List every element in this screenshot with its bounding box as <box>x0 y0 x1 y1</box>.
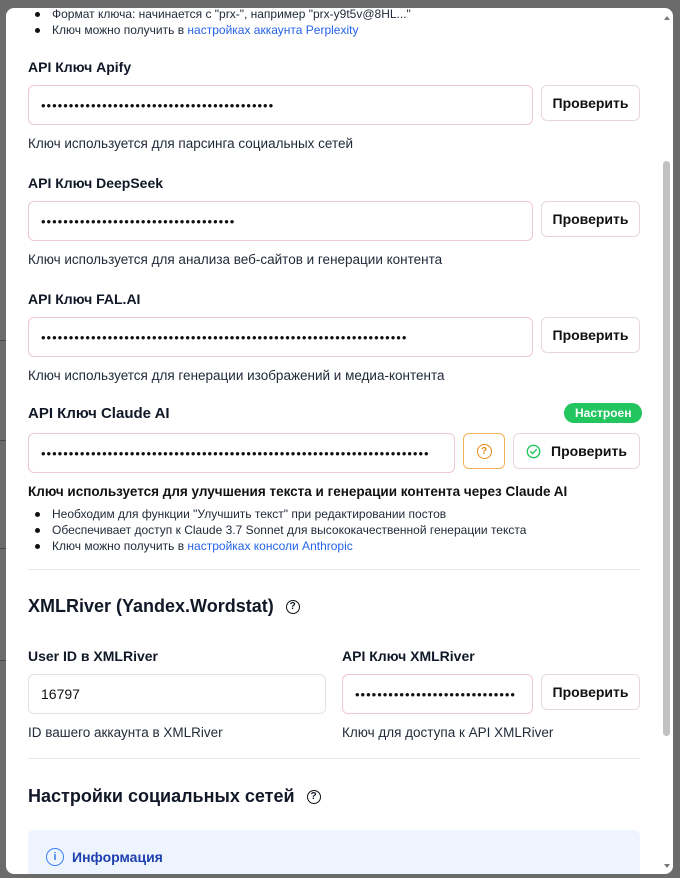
deepseek-check-button[interactable]: Проверить <box>541 201 640 237</box>
xmlriver-user-id-label: User ID в XMLRiver <box>28 648 158 664</box>
button-label: Проверить <box>552 684 629 700</box>
falai-key-input[interactable]: ••••••••••••••••••••••••••••••••••••••••… <box>28 317 533 357</box>
help-icon[interactable]: ? <box>285 599 300 614</box>
button-label: Проверить <box>552 327 629 343</box>
falai-hint: Ключ используется для генерации изображе… <box>28 368 445 383</box>
check-circle-icon <box>526 444 541 458</box>
deepseek-label: API Ключ DeepSeek <box>28 175 164 191</box>
claude-help-button[interactable]: ? <box>463 433 505 469</box>
divider <box>28 569 640 570</box>
falai-check-button[interactable]: Проверить <box>541 317 640 353</box>
social-section-title: Настройки социальных сетей ? <box>28 786 321 807</box>
divider <box>28 758 640 759</box>
settings-dialog: Формат ключа: начинается с "prx-", напри… <box>6 8 673 874</box>
list-item: Необходим для функции "Улучшить текст" п… <box>28 506 628 522</box>
list-item: Ключ можно получить в настройках консоли… <box>28 538 628 554</box>
scrollbar-thumb[interactable] <box>663 161 670 736</box>
xmlriver-check-button[interactable]: Проверить <box>541 674 640 710</box>
help-icon[interactable]: ? <box>306 789 321 804</box>
scroll-up-arrow-icon[interactable] <box>664 16 670 20</box>
xmlriver-section-title: XMLRiver (Yandex.Wordstat) ? <box>28 596 300 617</box>
info-icon: i <box>46 848 64 866</box>
info-title: Информация <box>72 849 163 865</box>
scroll-down-arrow-icon[interactable] <box>664 864 670 868</box>
perplexity-settings-link[interactable]: настройках аккаунта Perplexity <box>187 23 358 37</box>
status-badge: Настроен <box>564 403 643 423</box>
xmlriver-api-key-input[interactable]: ••••••••••••••••••••••••••••• <box>342 674 533 714</box>
deepseek-key-input[interactable]: ••••••••••••••••••••••••••••••••••• <box>28 201 533 241</box>
apify-check-button[interactable]: Проверить <box>541 85 640 121</box>
apify-label: API Ключ Apify <box>28 59 132 75</box>
list-item: Ключ можно получить в настройках аккаунт… <box>28 22 628 38</box>
info-panel: i Информация <box>28 830 640 874</box>
claude-key-input[interactable]: ••••••••••••••••••••••••••••••••••••••••… <box>28 433 455 473</box>
claude-check-button[interactable]: Проверить <box>513 433 640 469</box>
button-label: Проверить <box>552 211 629 227</box>
claude-label: API Ключ Claude AI <box>28 405 170 422</box>
button-label: Проверить <box>552 95 629 111</box>
section-title-text: XMLRiver (Yandex.Wordstat) <box>28 596 274 616</box>
list-item: Формат ключа: начинается с "prx-", напри… <box>28 8 628 22</box>
anthropic-console-link[interactable]: настройках консоли Anthropic <box>187 539 352 553</box>
claude-notes: Необходим для функции "Улучшить текст" п… <box>28 506 628 554</box>
list-item: Обеспечивает доступ к Claude 3.7 Sonnet … <box>28 522 628 538</box>
deepseek-hint: Ключ используется для анализа веб-сайтов… <box>28 252 443 267</box>
xmlriver-api-label: API Ключ XMLRiver <box>342 648 475 664</box>
xmlriver-user-id-hint: ID вашего аккаунта в XMLRiver <box>28 725 223 740</box>
section-title-text: Настройки социальных сетей <box>28 786 295 806</box>
question-icon: ? <box>476 443 492 459</box>
apify-hint: Ключ используется для парсинга социальны… <box>28 136 354 151</box>
claude-hint: Ключ используется для улучшения текста и… <box>28 484 568 499</box>
xmlriver-user-id-input[interactable]: 16797 <box>28 674 326 714</box>
apify-key-input[interactable]: ••••••••••••••••••••••••••••••••••••••••… <box>28 85 533 125</box>
scrollbar[interactable] <box>663 16 671 868</box>
falai-label: API Ключ FAL.AI <box>28 291 141 307</box>
perplexity-notes: Формат ключа: начинается с "prx-", напри… <box>28 8 628 38</box>
xmlriver-api-hint: Ключ для доступа к API XMLRiver <box>342 725 554 740</box>
button-label: Проверить <box>551 443 627 459</box>
